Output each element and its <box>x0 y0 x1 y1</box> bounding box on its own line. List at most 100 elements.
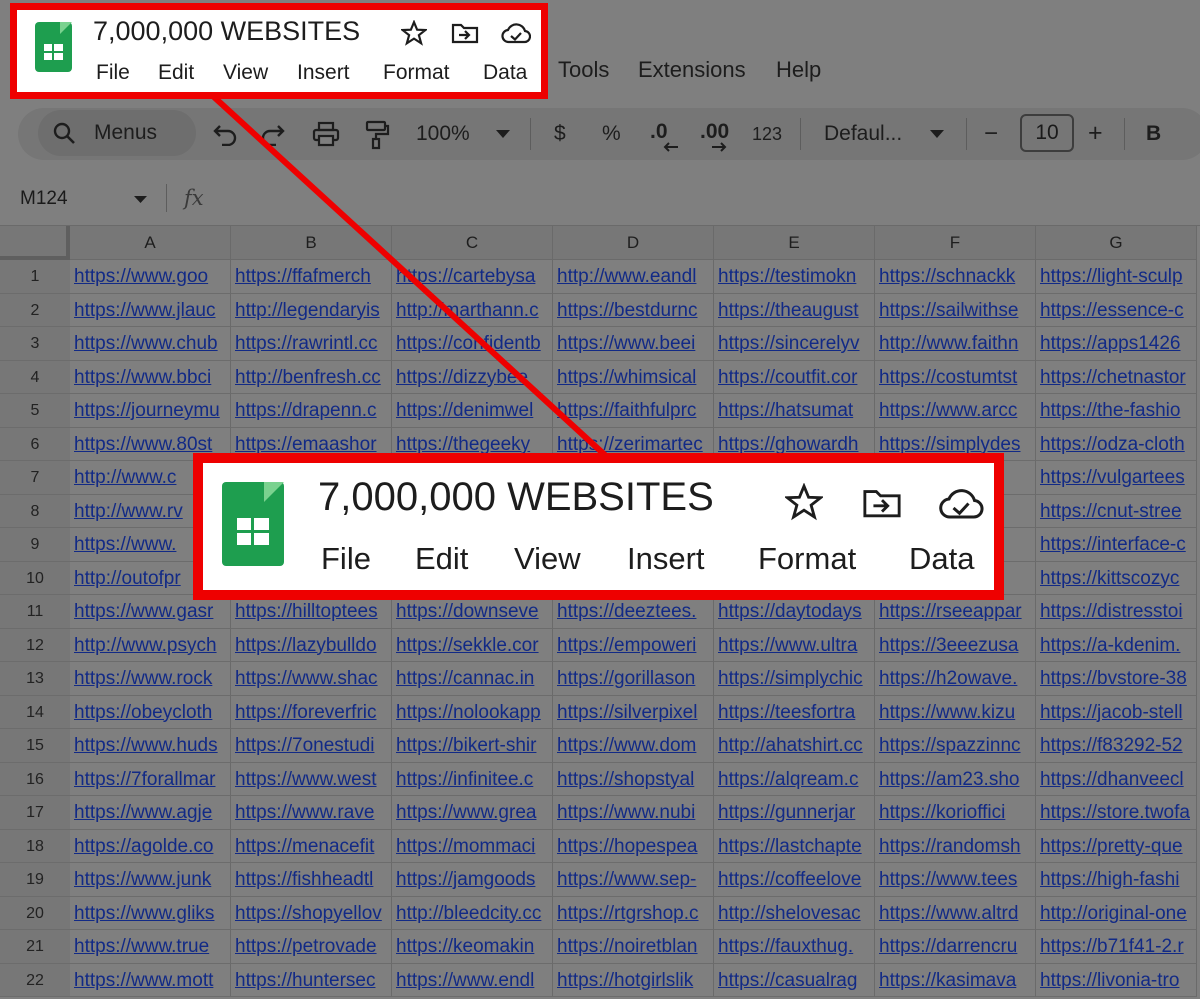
table-cell[interactable]: https://www.rock <box>70 662 231 696</box>
move-folder-icon[interactable] <box>451 22 479 44</box>
increase-decimal-button[interactable]: .00 <box>700 120 729 144</box>
table-cell[interactable]: https://www.shac <box>231 662 392 696</box>
table-cell[interactable]: https://korioffici <box>875 796 1036 830</box>
table-cell[interactable]: https://www.dom <box>553 729 714 763</box>
decrease-decimal-button[interactable]: .0 <box>650 120 668 144</box>
table-cell[interactable]: http://www.faithn <box>875 327 1036 361</box>
table-cell[interactable]: http://bleedcity.cc <box>392 896 553 930</box>
menu-view[interactable]: View <box>223 61 268 85</box>
table-cell[interactable]: https://kasimava <box>875 963 1036 997</box>
more-formats-button[interactable]: 123 <box>752 124 782 145</box>
menu-format[interactable]: Format <box>383 61 450 85</box>
row-header[interactable]: 6 <box>0 427 70 461</box>
table-cell[interactable]: https://www.gasr <box>70 595 231 629</box>
table-cell[interactable]: https://www.west <box>231 762 392 796</box>
currency-format-button[interactable]: $ <box>554 122 566 146</box>
table-cell[interactable]: https://empoweri <box>553 628 714 662</box>
table-cell[interactable]: https://kittscozyc <box>1036 561 1197 595</box>
table-cell[interactable]: https://nolookapp <box>392 695 553 729</box>
row-header[interactable]: 10 <box>0 561 70 595</box>
table-cell[interactable]: https://livonia-tro <box>1036 963 1197 997</box>
row-header[interactable]: 1 <box>0 260 70 294</box>
table-cell[interactable]: https://dhanveecl <box>1036 762 1197 796</box>
row-header[interactable]: 16 <box>0 762 70 796</box>
table-cell[interactable]: https://cnut-stree <box>1036 494 1197 528</box>
table-cell[interactable]: https://www.nubi <box>553 796 714 830</box>
table-cell[interactable]: http://legendaryis <box>231 293 392 327</box>
table-cell[interactable]: https://hatsumat <box>714 394 875 428</box>
table-cell[interactable]: http://www.eandl <box>553 260 714 294</box>
table-cell[interactable]: https://www.chub <box>70 327 231 361</box>
menu-file[interactable]: File <box>96 61 130 85</box>
table-cell[interactable]: https://bestdurnc <box>553 293 714 327</box>
table-cell[interactable]: https://www.tees <box>875 863 1036 897</box>
table-cell[interactable]: https://essence-c <box>1036 293 1197 327</box>
table-cell[interactable]: http://marthann.c <box>392 293 553 327</box>
table-cell[interactable]: https://am23.sho <box>875 762 1036 796</box>
table-cell[interactable]: https://rseeappar <box>875 595 1036 629</box>
table-cell[interactable]: https://casualrag <box>714 963 875 997</box>
column-header[interactable]: A <box>70 226 231 260</box>
font-size-increase-button[interactable]: + <box>1088 119 1103 148</box>
menu-insert[interactable]: Insert <box>297 61 350 85</box>
font-size-decrease-button[interactable]: − <box>984 120 998 148</box>
row-header[interactable]: 14 <box>0 695 70 729</box>
column-header[interactable]: D <box>553 226 714 260</box>
document-title[interactable]: 7,000,000 WEBSITES <box>93 16 360 47</box>
table-cell[interactable]: https://3eeezusa <box>875 628 1036 662</box>
table-cell[interactable]: http://www.psych <box>70 628 231 662</box>
table-cell[interactable]: http://shelovesac <box>714 896 875 930</box>
table-cell[interactable]: https://hilltoptees <box>231 595 392 629</box>
name-box[interactable]: M124 <box>20 188 68 210</box>
table-cell[interactable]: https://www.arcc <box>875 394 1036 428</box>
table-cell[interactable]: https://faithfulprc <box>553 394 714 428</box>
table-cell[interactable]: https://light-sculp <box>1036 260 1197 294</box>
table-cell[interactable]: https://7forallmar <box>70 762 231 796</box>
table-cell[interactable]: https://downseve <box>392 595 553 629</box>
table-cell[interactable]: https://foreverfric <box>231 695 392 729</box>
table-cell[interactable]: https://www.true <box>70 930 231 964</box>
table-cell[interactable]: https://darrencru <box>875 930 1036 964</box>
zoom-select[interactable]: 100% <box>416 122 470 146</box>
table-cell[interactable]: https://costumtst <box>875 360 1036 394</box>
row-header[interactable]: 22 <box>0 963 70 997</box>
table-cell[interactable]: https://7onestudi <box>231 729 392 763</box>
table-cell[interactable]: https://sailwithse <box>875 293 1036 327</box>
row-header[interactable]: 12 <box>0 628 70 662</box>
table-cell[interactable]: https://interface-c <box>1036 528 1197 562</box>
table-cell[interactable]: https://lazybulldo <box>231 628 392 662</box>
table-cell[interactable]: https://a-kdenim. <box>1036 628 1197 662</box>
font-size-input[interactable]: 10 <box>1020 114 1074 152</box>
row-header[interactable]: 18 <box>0 829 70 863</box>
table-cell[interactable]: https://ffafmerch <box>231 260 392 294</box>
table-cell[interactable]: http://original-one <box>1036 896 1197 930</box>
row-header[interactable]: 21 <box>0 930 70 964</box>
table-cell[interactable]: https://www.goo <box>70 260 231 294</box>
row-header[interactable]: 3 <box>0 327 70 361</box>
table-cell[interactable]: https://www.kizu <box>875 695 1036 729</box>
star-icon[interactable] <box>401 20 427 46</box>
row-header[interactable]: 13 <box>0 662 70 696</box>
table-cell[interactable]: https://obeycloth <box>70 695 231 729</box>
column-header[interactable]: C <box>392 226 553 260</box>
table-cell[interactable]: https://gunnerjar <box>714 796 875 830</box>
row-header[interactable]: 4 <box>0 360 70 394</box>
table-cell[interactable]: https://agolde.co <box>70 829 231 863</box>
table-cell[interactable]: https://f83292-52 <box>1036 729 1197 763</box>
table-cell[interactable]: https://spazzinnc <box>875 729 1036 763</box>
menu-tools[interactable]: Tools <box>558 57 609 83</box>
table-cell[interactable]: https://distresstoi <box>1036 595 1197 629</box>
table-cell[interactable]: https://testimokn <box>714 260 875 294</box>
table-cell[interactable]: https://odza-cloth <box>1036 427 1197 461</box>
column-header[interactable]: G <box>1036 226 1197 260</box>
table-cell[interactable]: https://whimsical <box>553 360 714 394</box>
table-cell[interactable]: https://huntersec <box>231 963 392 997</box>
row-header[interactable]: 15 <box>0 729 70 763</box>
table-cell[interactable]: https://www.grea <box>392 796 553 830</box>
table-cell[interactable]: https://vulgartees <box>1036 461 1197 495</box>
chevron-down-icon[interactable] <box>930 130 944 138</box>
menu-data[interactable]: Data <box>483 61 527 85</box>
font-select[interactable]: Defaul... <box>824 122 902 146</box>
column-header[interactable]: B <box>231 226 392 260</box>
table-cell[interactable]: https://www.ultra <box>714 628 875 662</box>
